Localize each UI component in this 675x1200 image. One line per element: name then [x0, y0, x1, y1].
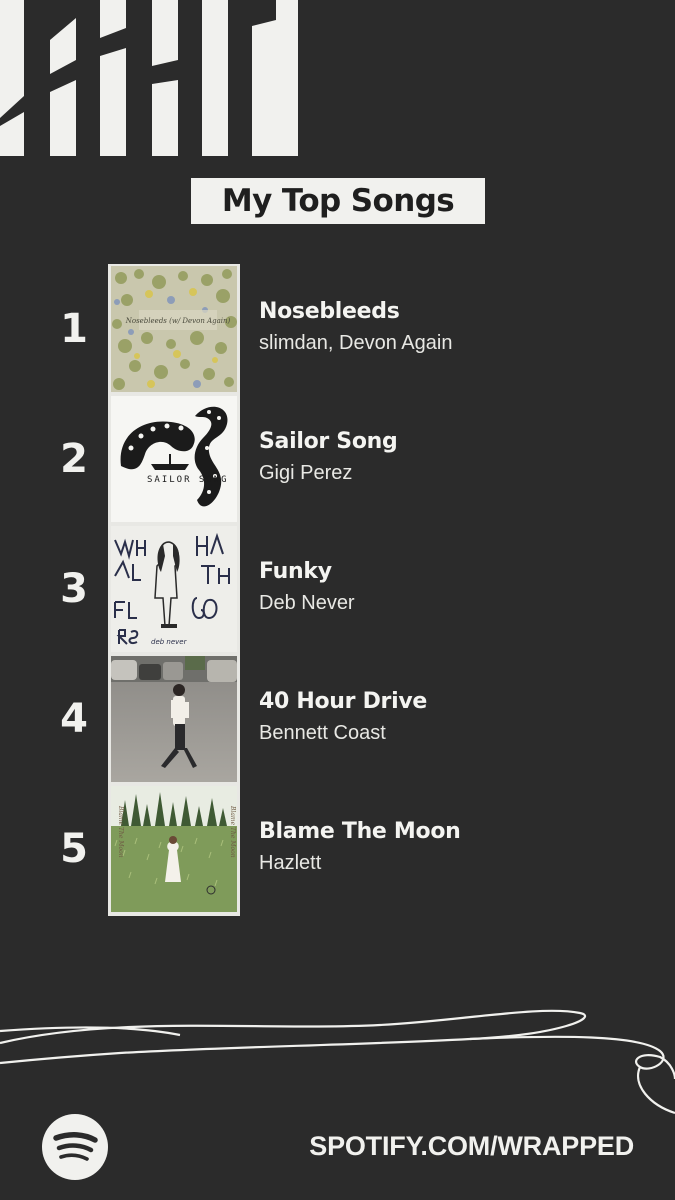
song-row-1: 1 Nosebleeds (w/ Devon Again) Nosebleeds…	[0, 264, 675, 394]
song-title: 40 Hour Drive	[259, 689, 427, 714]
song-title: Blame The Moon	[259, 819, 461, 844]
page-title: My Top Songs	[191, 178, 485, 224]
album-art-40-hour-drive	[111, 656, 237, 782]
album-art-text: SAILOR SONG	[147, 475, 229, 485]
song-artist: slimdan, Devon Again	[259, 332, 453, 354]
spotify-logo-icon	[42, 1114, 108, 1180]
footer-url-link[interactable]: SPOTIFY.COM/WRAPPED	[309, 1128, 634, 1164]
song-rank: 3	[60, 566, 88, 612]
album-art-nosebleeds: Nosebleeds (w/ Devon Again)	[111, 266, 237, 392]
album-art-blame-the-moon: Blame The Moon Blame The Moon	[111, 786, 237, 912]
album-art-text: Nosebleeds (w/ Devon Again)	[125, 317, 231, 325]
song-artist: Gigi Perez	[259, 462, 353, 484]
song-artist: Bennett Coast	[259, 722, 386, 744]
svg-text:deb never: deb never	[151, 638, 188, 646]
song-title: Nosebleeds	[259, 299, 400, 324]
song-row-4: 4 40 Hour Drive Bennett Coast	[0, 654, 675, 784]
album-art-sailor-song: SAILOR SONG	[111, 396, 237, 522]
song-row-2: 2 SAILOR SONG Sailor Song Gigi Perez	[0, 394, 675, 524]
song-rank: 5	[60, 826, 88, 872]
song-title: Sailor Song	[259, 429, 398, 454]
song-artist: Hazlett	[259, 852, 322, 874]
album-art-where-have-all-the-flowers-gone: deb never	[111, 526, 237, 652]
song-artist: Deb Never	[259, 592, 355, 614]
album-art-text: Blame The Moon	[229, 805, 236, 858]
song-row-3: 3 deb never Funky Deb Never	[0, 524, 675, 654]
song-rank: 1	[60, 306, 88, 352]
album-art-text: Blame The Moon	[117, 805, 124, 858]
squiggle-line-decoration	[0, 1009, 675, 1115]
song-title: Funky	[259, 559, 332, 584]
song-rank: 2	[60, 436, 88, 482]
song-row-5: 5 Blame The Moon Blame The Moon Blame Th…	[0, 784, 675, 914]
checker-wave-decoration	[0, 0, 300, 160]
song-rank: 4	[60, 696, 88, 742]
